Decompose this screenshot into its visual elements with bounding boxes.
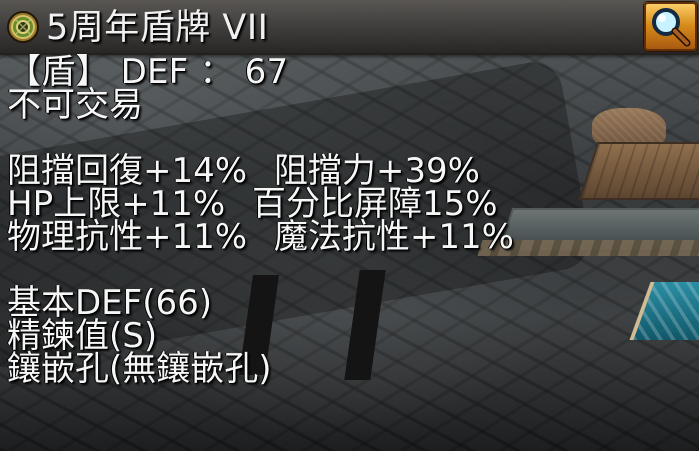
item-stats-panel: 【盾】 DEF ： 67 不可交易 阻擋回復+14% 阻擋力+39% HP上限+… xyxy=(7,55,637,389)
item-title-bar: 5周年盾牌 VII xyxy=(0,0,699,55)
round-shield-icon xyxy=(7,11,39,43)
search-button[interactable] xyxy=(644,2,697,51)
socket-stat: 鑲嵌孔(無鑲嵌孔) xyxy=(7,349,272,389)
magic-resistance-bonus: 魔法抗性+11% xyxy=(273,217,514,257)
trade-restriction: 不可交易 xyxy=(7,85,143,125)
bonus-row: 物理抗性+11% 魔法抗性+11% xyxy=(7,220,637,254)
item-name: 5周年盾牌 VII xyxy=(46,8,269,48)
physical-resistance-bonus: 物理抗性+11% xyxy=(7,217,248,257)
magnifier-icon xyxy=(652,8,691,47)
